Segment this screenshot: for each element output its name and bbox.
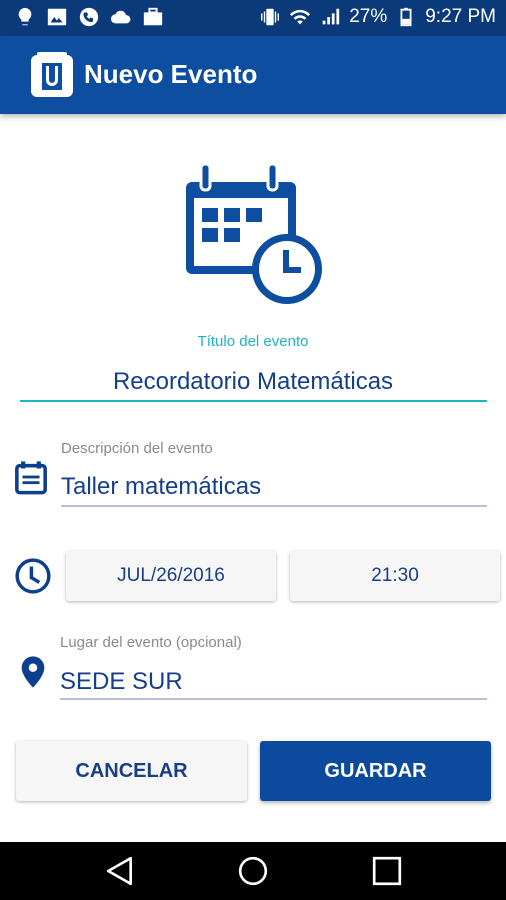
briefcase-icon (143, 7, 163, 26)
status-time: 9:27 PM (425, 6, 496, 27)
time-button[interactable]: 21:30 (290, 551, 500, 601)
calendar-clock-icon (186, 164, 322, 304)
save-button[interactable]: GUARDAR (260, 741, 491, 801)
place-underline (60, 698, 487, 700)
date-button[interactable]: JUL/26/2016 (66, 551, 276, 601)
signal-icon (322, 8, 340, 25)
event-title-underline (20, 400, 487, 402)
wifi-icon (290, 9, 311, 25)
status-bar: 27% 9:27 PM (0, 0, 506, 36)
description-label: Descripción del evento (61, 440, 213, 457)
place-input[interactable]: SEDE SUR (60, 668, 183, 696)
battery-icon (400, 7, 412, 27)
home-icon[interactable] (237, 855, 269, 887)
app-logo-icon (31, 52, 73, 97)
event-title-input[interactable]: Recordatorio Matemáticas (0, 368, 506, 396)
cancel-button[interactable]: CANCELAR (16, 741, 247, 801)
location-pin-icon (21, 656, 45, 688)
phone-icon (79, 7, 99, 27)
image-icon (47, 8, 67, 26)
place-label: Lugar del evento (opcional) (60, 634, 242, 651)
recents-icon[interactable] (371, 855, 403, 887)
cloud-icon (110, 10, 131, 24)
app-bar: Nuevo Evento (0, 36, 506, 114)
description-underline (61, 505, 487, 507)
vibrate-icon (261, 8, 280, 26)
event-title-label: Título del evento (197, 333, 309, 350)
navigation-bar (0, 842, 506, 900)
description-input[interactable]: Taller matemáticas (61, 473, 261, 501)
page-title: Nuevo Evento (84, 59, 258, 89)
battery-percentage: 27% (349, 6, 388, 27)
notes-icon (15, 461, 47, 495)
back-icon[interactable] (104, 855, 136, 887)
clock-icon (15, 558, 51, 594)
lightbulb-icon (18, 7, 32, 26)
